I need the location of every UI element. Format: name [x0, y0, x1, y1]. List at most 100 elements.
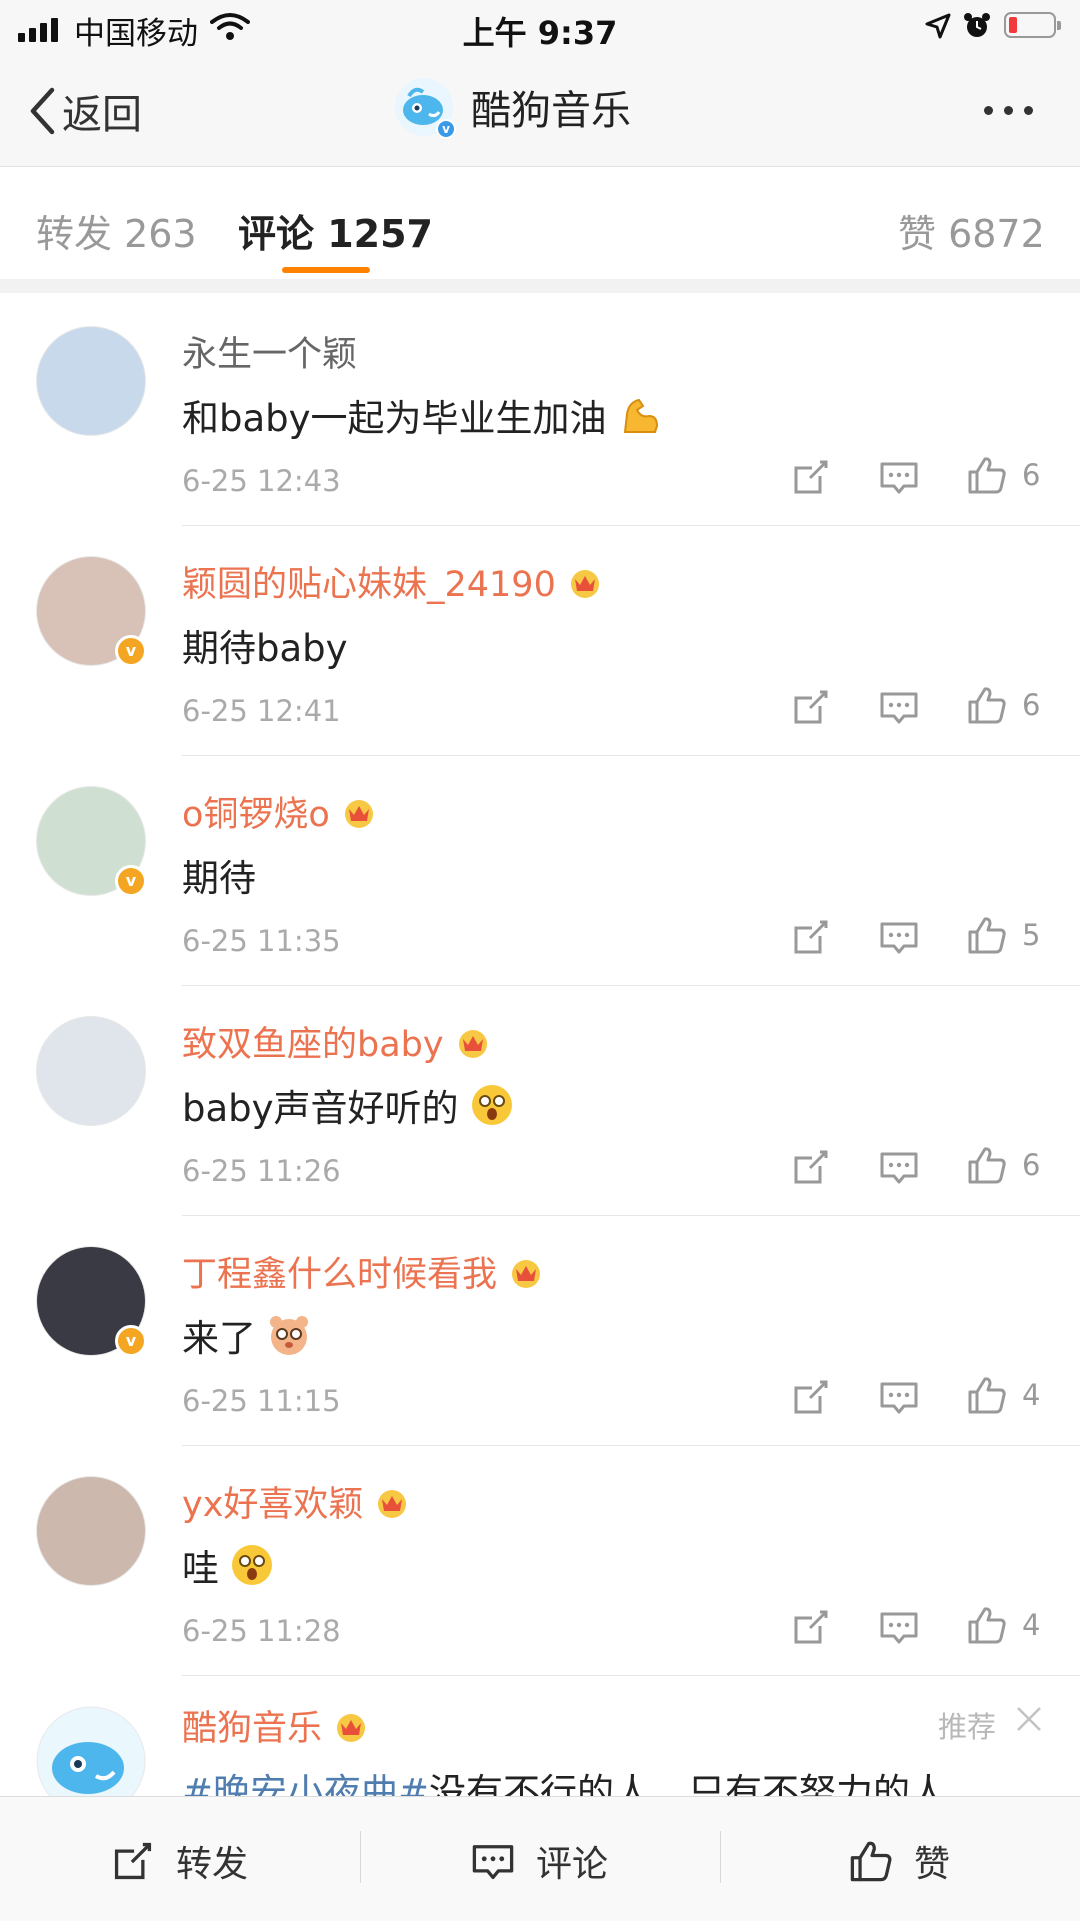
avatar[interactable]	[36, 326, 146, 436]
comment-username[interactable]: 永生一个颖	[182, 326, 357, 377]
username-text: yx好喜欢颖	[182, 1485, 364, 1525]
comment-text: baby声音好听的	[182, 1078, 515, 1132]
like-count: 6	[1022, 458, 1041, 492]
comment-time: 6-25 11:26	[182, 1154, 341, 1188]
reply-icon[interactable]	[878, 916, 920, 958]
username-text: o铜锣烧o	[182, 795, 330, 835]
avatar[interactable]: v	[36, 556, 147, 667]
like-button[interactable]: 6	[966, 454, 1040, 496]
like-count: 4	[1022, 1608, 1041, 1642]
back-label: 返回	[62, 92, 142, 138]
avatar[interactable]: v	[36, 786, 147, 897]
tab-likes[interactable]: 赞 6872	[898, 203, 1045, 258]
comment-item: yx好喜欢颖 哇 6-25 11:28 4	[0, 1446, 1080, 1676]
comment-text: 期待baby	[182, 618, 348, 672]
comment-time: 6-25 11:35	[182, 924, 341, 958]
like-post-button[interactable]: 赞	[848, 1835, 950, 1887]
verified-badge-icon: v	[115, 865, 147, 897]
like-icon	[850, 1841, 892, 1882]
reply-icon[interactable]	[878, 1376, 920, 1418]
reply-icon[interactable]	[878, 1606, 920, 1648]
verified-badge-icon: v	[115, 635, 147, 667]
comment-username[interactable]: o铜锣烧o	[182, 786, 378, 837]
comment-time: 6-25 11:28	[182, 1614, 341, 1648]
verified-badge-icon: v	[436, 119, 456, 139]
comment-text: 来了	[182, 1308, 312, 1362]
comment-username[interactable]: 丁程鑫什么时候看我	[182, 1246, 545, 1297]
comment-time: 6-25 12:43	[182, 464, 341, 498]
comment-button[interactable]: 评论	[470, 1835, 608, 1887]
like-button[interactable]: 4	[966, 1604, 1040, 1646]
like-button[interactable]: 6	[966, 684, 1040, 726]
more-dots-icon	[984, 106, 993, 115]
like-button[interactable]: 5	[966, 914, 1040, 956]
bear-face-icon	[270, 1316, 308, 1355]
clock: 上午 9:37	[462, 14, 618, 52]
tab-bar: 转发 263 评论 1257 赞 6872	[0, 167, 1080, 279]
avatar[interactable]	[36, 1706, 146, 1796]
like-count: 5	[1022, 918, 1041, 952]
share-icon	[114, 1842, 152, 1880]
crown-icon	[458, 1029, 487, 1058]
comment-item: 致双鱼座的baby baby声音好听的 6-25 11:26 6	[0, 986, 1080, 1216]
comment-label: 评论	[536, 1844, 609, 1885]
like-button[interactable]: 4	[966, 1374, 1040, 1416]
reply-icon[interactable]	[878, 686, 920, 728]
like-icon	[968, 687, 1006, 724]
back-button[interactable]: 返回	[28, 82, 142, 140]
share-icon[interactable]	[790, 1146, 832, 1188]
username-text: 永生一个颖	[182, 335, 358, 375]
comment-username[interactable]: 致双鱼座的baby	[182, 1016, 492, 1067]
crown-icon	[570, 569, 599, 598]
share-icon[interactable]	[790, 916, 832, 958]
like-icon	[968, 1607, 1006, 1644]
tab-comments[interactable]: 评论 1257	[238, 203, 433, 258]
share-icon[interactable]	[790, 1376, 832, 1418]
share-icon[interactable]	[790, 1606, 832, 1648]
like-button[interactable]: 6	[966, 1144, 1040, 1186]
comment-text-body: 和baby一起为毕业生加油	[182, 397, 607, 440]
comment-time: 6-25 11:15	[182, 1384, 341, 1418]
avatar[interactable]: v	[36, 1246, 147, 1357]
avatar-image	[36, 1476, 146, 1586]
like-icon	[968, 1147, 1006, 1184]
repost-label: 转发	[176, 1844, 249, 1885]
avatar[interactable]	[36, 1476, 146, 1586]
comment-text-body: 没有不行的人，只有不努力的人。	[429, 1771, 985, 1796]
comment-item: 永生一个颖 和baby一起为毕业生加油 6-25 12:43 6	[0, 296, 1080, 526]
verified-badge-icon: v	[115, 1325, 147, 1357]
comment-text-body: 期待	[182, 857, 256, 900]
like-count: 6	[1022, 1148, 1041, 1182]
surprised-face-icon	[471, 1085, 512, 1125]
reply-icon[interactable]	[878, 456, 920, 498]
close-icon[interactable]	[1014, 1704, 1044, 1734]
nav-title-group[interactable]: v 酷狗音乐	[395, 78, 631, 139]
back-chevron-icon	[30, 87, 55, 135]
reply-icon[interactable]	[878, 1146, 920, 1188]
comment-item: v o铜锣烧o 期待 6-25 11:35 5	[0, 756, 1080, 986]
comment-username[interactable]: 颖圆的贴心妹妹_24190	[182, 556, 604, 607]
active-tab-indicator	[282, 267, 370, 273]
avatar-image	[36, 326, 146, 436]
comment-username[interactable]: 酷狗音乐	[182, 1700, 370, 1751]
kugou-mascot-avatar-icon	[36, 1706, 146, 1796]
more-options-button[interactable]	[984, 106, 1033, 115]
reply-icon	[472, 1845, 514, 1880]
flexed-biceps-icon	[623, 398, 658, 433]
crown-icon	[337, 1713, 366, 1742]
like-icon	[968, 457, 1006, 494]
avatar[interactable]	[36, 1016, 146, 1126]
status-bar: 中国移动 上午 9:37	[0, 0, 1080, 56]
crown-icon	[512, 1259, 541, 1288]
like-label: 赞	[914, 1844, 951, 1885]
like-count: 6	[1022, 688, 1041, 722]
username-text: 丁程鑫什么时候看我	[182, 1255, 498, 1295]
topic-link[interactable]: #晚安小夜曲#	[182, 1762, 429, 1796]
share-icon[interactable]	[790, 686, 832, 728]
page-title: 酷狗音乐	[471, 88, 631, 134]
share-icon[interactable]	[790, 456, 832, 498]
comment-username[interactable]: yx好喜欢颖	[182, 1476, 411, 1527]
tab-repost[interactable]: 转发 263	[36, 203, 197, 258]
repost-button[interactable]: 转发	[110, 1835, 248, 1887]
comment-text: 和baby一起为毕业生加油	[182, 388, 663, 442]
